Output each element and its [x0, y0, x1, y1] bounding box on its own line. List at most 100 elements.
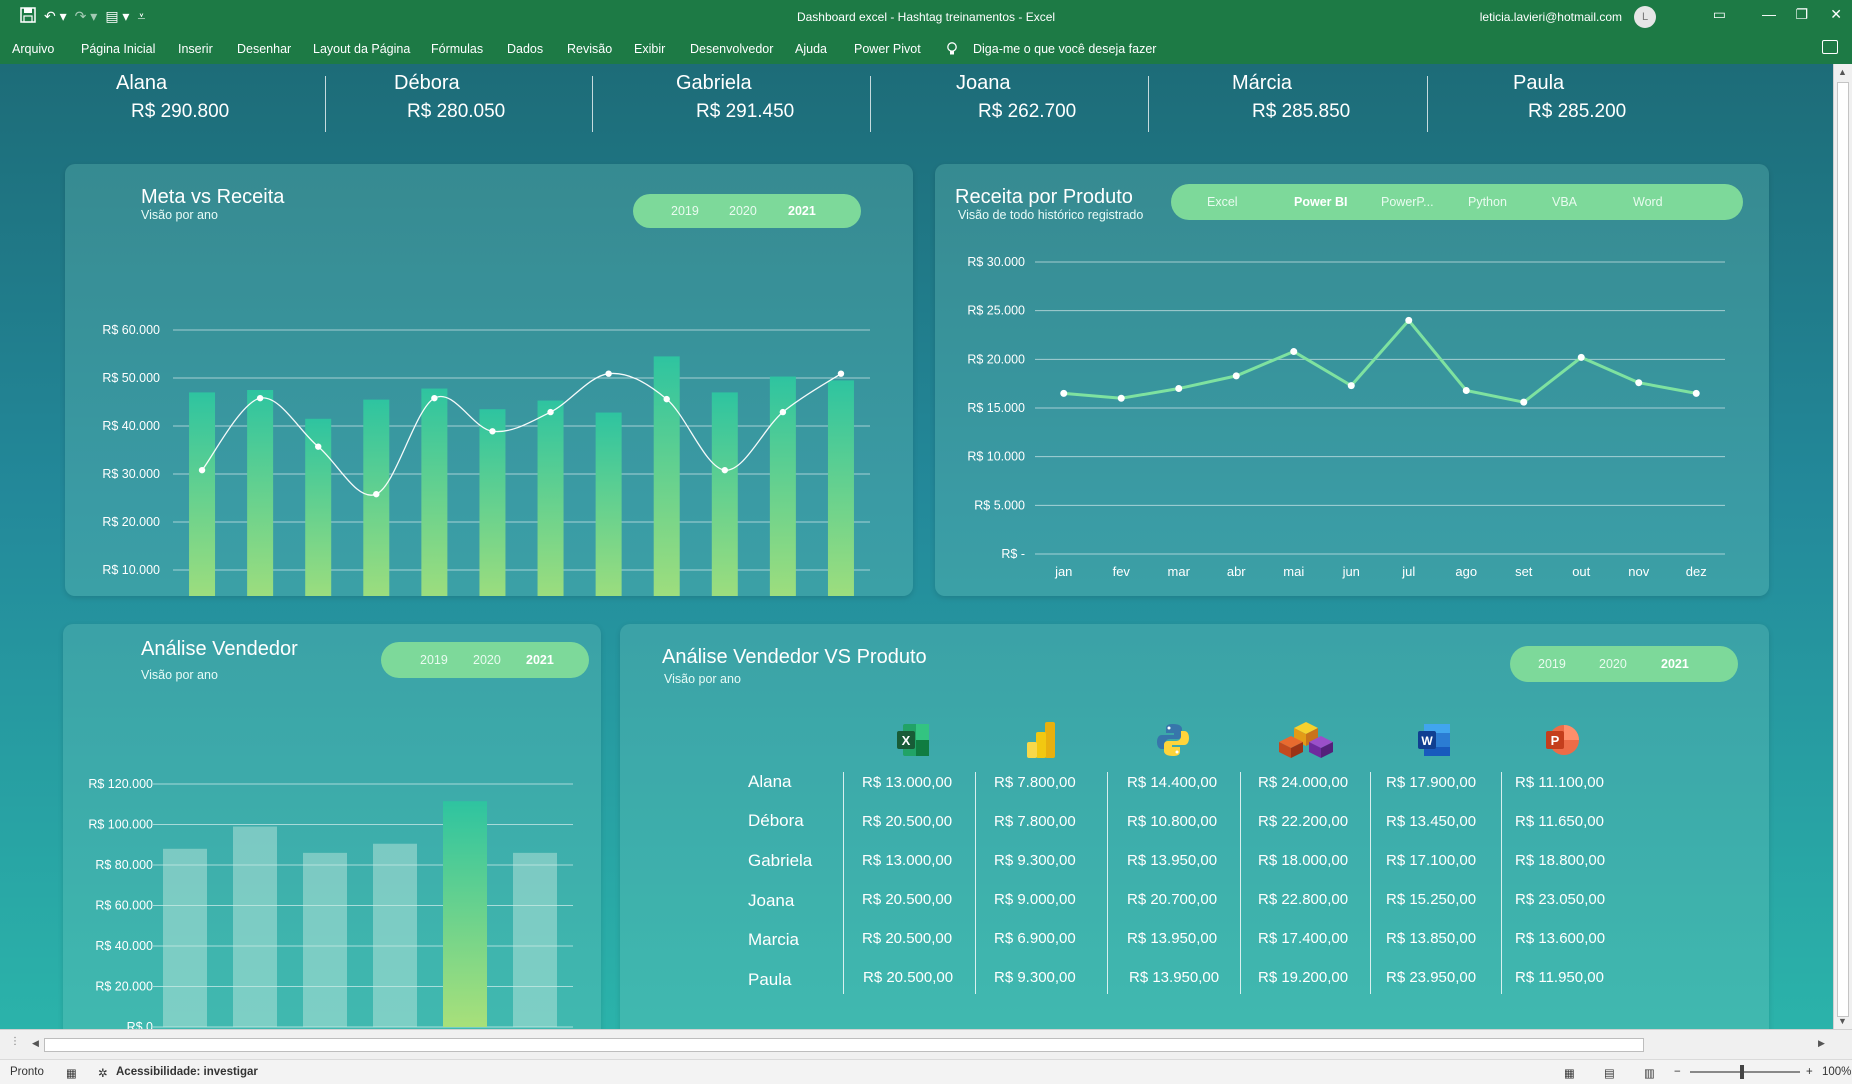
tab-pagina-inicial[interactable]: Página Inicial: [81, 42, 155, 56]
receita-point: [1347, 382, 1355, 390]
tab-dados[interactable]: Dados: [507, 42, 543, 56]
zoom-out-icon[interactable]: −: [1674, 1066, 1681, 1078]
y-tick-label: R$ 40.000: [102, 419, 160, 433]
summary-name: Paula: [1513, 72, 1565, 94]
scroll-thumb-horizontal[interactable]: [44, 1038, 1644, 1052]
meta-point: [663, 395, 670, 403]
summary-name: Gabriela: [676, 72, 752, 94]
matrix-cell: R$ 9.300,00: [994, 969, 1076, 986]
year-2020-button[interactable]: 2020: [1599, 657, 1627, 671]
y-tick-label: R$ 30.000: [102, 467, 160, 481]
matrix-cell: R$ 18.000,00: [1258, 852, 1349, 869]
column-divider: [843, 772, 844, 994]
summary-value: R$ 285.200: [1528, 101, 1627, 122]
powerpoint-icon: P: [1544, 722, 1580, 758]
lightbulb-icon: [946, 42, 958, 59]
summary-value: R$ 262.700: [978, 101, 1077, 122]
y-tick-label: R$ 100.000: [88, 818, 153, 832]
meta-point: [315, 443, 322, 450]
tab-exibir[interactable]: Exibir: [634, 42, 665, 56]
tab-power-pivot[interactable]: Power Pivot: [854, 42, 921, 56]
vendedor-produto-panel: Análise Vendedor VS Produto Visão por an…: [620, 624, 1769, 1029]
accessibility-status[interactable]: Acessibilidade: investigar: [116, 1066, 258, 1078]
matrix-cell: R$ 7.800,00: [994, 813, 1076, 830]
summary-name: Márcia: [1232, 72, 1293, 94]
zoom-in-icon[interactable]: +: [1806, 1066, 1813, 1078]
x-tick-label: jun: [1342, 564, 1360, 579]
restore-icon[interactable]: ❐: [1795, 6, 1808, 23]
tab-revisao[interactable]: Revisão: [567, 42, 612, 56]
receita-point: [1290, 348, 1298, 356]
zoom-level[interactable]: 100%: [1822, 1066, 1851, 1078]
meta-point: [721, 466, 728, 474]
receita-point: [1520, 398, 1528, 406]
tab-desenhar[interactable]: Desenhar: [237, 42, 291, 56]
tab-inserir[interactable]: Inserir: [178, 42, 213, 56]
macro-recording-icon[interactable]: ▦: [66, 1066, 77, 1080]
horizontal-scrollbar[interactable]: ⋮ ◀ ▶: [0, 1029, 1852, 1063]
receita-point: [1060, 389, 1068, 397]
ribbon-display-icon[interactable]: ▭: [1713, 6, 1726, 23]
vba-icon: [1275, 720, 1337, 758]
year-selector: 2019 2020 2021: [1510, 646, 1738, 682]
bar-vendedor: [303, 852, 347, 1027]
bar-vendedor: [373, 843, 417, 1027]
scroll-left-icon[interactable]: ◀: [32, 1038, 39, 1049]
summary-value: R$ 290.800: [131, 101, 230, 122]
receita-point: [1117, 394, 1125, 402]
word-icon: W: [1416, 722, 1452, 758]
tab-layout[interactable]: Layout da Página: [313, 42, 410, 56]
tab-arquivo[interactable]: Arquivo: [12, 42, 54, 56]
comments-icon[interactable]: [1822, 40, 1838, 54]
year-2021-button[interactable]: 2021: [1661, 657, 1689, 671]
y-tick-label: R$ 50.000: [102, 371, 160, 385]
split-handle-icon[interactable]: ⋮: [10, 1036, 20, 1047]
bar-receita: [827, 380, 854, 596]
accessibility-icon[interactable]: ✲: [98, 1066, 108, 1080]
matrix-cell: R$ 17.900,00: [1386, 774, 1477, 791]
zoom-slider-thumb[interactable]: [1740, 1065, 1744, 1079]
tab-ajuda[interactable]: Ajuda: [795, 42, 827, 56]
y-tick-label: R$ -: [1001, 547, 1025, 561]
dashboard-sheet: Alana R$ 290.800 Débora R$ 280.050 Gabri…: [0, 64, 1833, 1029]
avatar[interactable]: L: [1634, 6, 1656, 28]
page-layout-view-icon[interactable]: ▤: [1604, 1066, 1615, 1080]
year-2019-button[interactable]: 2019: [1538, 657, 1566, 671]
tab-formulas[interactable]: Fórmulas: [431, 42, 483, 56]
scroll-right-icon[interactable]: ▶: [1818, 1038, 1825, 1049]
matrix-cell: R$ 20.700,00: [1127, 891, 1218, 908]
scroll-down-icon[interactable]: ▼: [1838, 1016, 1847, 1026]
summary-divider: [325, 76, 326, 132]
y-tick-label: R$ 10.000: [967, 450, 1025, 464]
scroll-up-icon[interactable]: ▲: [1838, 67, 1847, 77]
minimize-icon[interactable]: —: [1762, 6, 1776, 22]
zoom-slider[interactable]: [1690, 1071, 1800, 1073]
close-icon[interactable]: ✕: [1830, 6, 1842, 23]
status-ready: Pronto: [10, 1066, 44, 1078]
summary-value: R$ 285.850: [1252, 101, 1351, 122]
column-divider: [1107, 772, 1108, 994]
bar-receita: [595, 412, 622, 596]
receita-point: [1692, 389, 1700, 397]
matrix-cell: R$ 13.950,00: [1129, 969, 1220, 986]
y-tick-label: R$ 0: [127, 1020, 153, 1029]
tab-desenvolvedor[interactable]: Desenvolvedor: [690, 42, 773, 56]
svg-text:X: X: [902, 733, 911, 748]
normal-view-icon[interactable]: ▦: [1564, 1066, 1575, 1080]
matrix-cell: R$ 15.250,00: [1386, 891, 1477, 908]
matrix-cell: R$ 13.450,00: [1386, 813, 1477, 830]
column-divider: [1240, 772, 1241, 994]
user-email[interactable]: leticia.lavieri@hotmail.com: [1480, 10, 1622, 24]
summary-gabriela: Gabriela R$ 291.450: [676, 72, 794, 123]
scroll-thumb[interactable]: [1837, 82, 1849, 1017]
panel-subtitle: Visão por ano: [664, 672, 741, 686]
vertical-scrollbar[interactable]: ▲ ▼: [1833, 64, 1852, 1029]
matrix-cell: R$ 17.100,00: [1386, 852, 1477, 869]
matrix-cell: R$ 11.950,00: [1515, 969, 1604, 986]
page-break-view-icon[interactable]: ▥: [1644, 1066, 1655, 1080]
matrix-cell: R$ 10.800,00: [1127, 813, 1218, 830]
meta-point: [489, 428, 496, 435]
meta-point: [373, 490, 380, 498]
tell-me-search[interactable]: Diga-me o que você deseja fazer: [973, 42, 1156, 56]
matrix-cell: R$ 13.850,00: [1386, 930, 1477, 947]
